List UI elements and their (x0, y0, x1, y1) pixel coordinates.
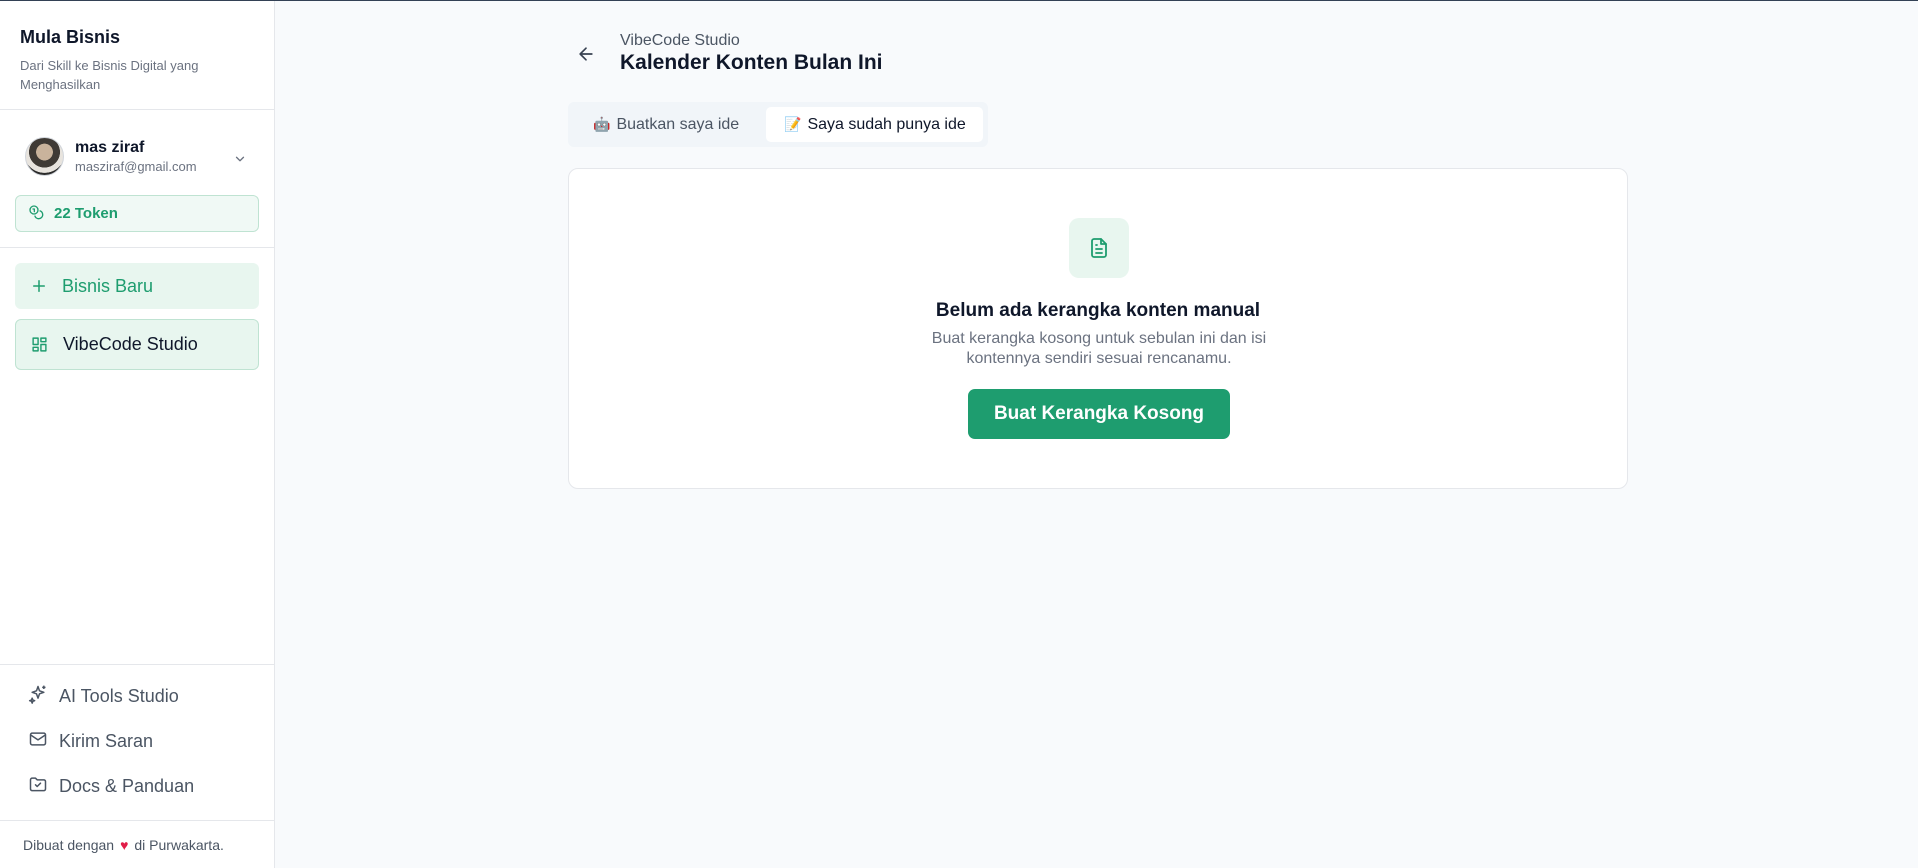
back-arrow-icon[interactable] (576, 44, 596, 69)
chevron-down-icon[interactable] (233, 152, 247, 171)
user-name: mas ziraf (75, 139, 145, 156)
footer: Dibuat dengan ♥ di Purwakarta. (23, 837, 224, 853)
divider (0, 247, 274, 248)
heart-icon: ♥ (120, 837, 129, 853)
folder-check-icon (28, 774, 48, 799)
page-title: Kalender Konten Bulan Ini (620, 51, 883, 74)
plus-icon (30, 277, 52, 295)
empty-state-description: Buat kerangka kosong untuk sebulan ini d… (931, 330, 1267, 367)
sparkles-icon (28, 684, 48, 709)
sidebar-item-kirim-saran[interactable]: Kirim Saran (28, 729, 153, 754)
sidebar-item-docs-panduan[interactable]: Docs & Panduan (28, 774, 194, 799)
tab-label: Saya sudah punya ide (807, 115, 966, 133)
footer-suffix: di Purwakarta. (134, 837, 224, 853)
kirim-saran-label: Kirim Saran (59, 731, 154, 751)
create-empty-framework-button[interactable]: Buat Kerangka Kosong (968, 389, 1230, 439)
tab-label: Buatkan saya ide (616, 115, 740, 133)
tab-saya-sudah-punya-ide[interactable]: 📝 Saya sudah punya ide (766, 107, 983, 142)
user-menu[interactable]: mas ziraf masziraf@gmail.com (0, 110, 274, 180)
dashboard-icon (31, 336, 53, 353)
tab-buatkan-saya-ide[interactable]: 🤖 Buatkan saya ide (573, 107, 766, 142)
breadcrumb: VibeCode Studio (620, 32, 740, 49)
empty-state-title: Belum ada kerangka konten manual (935, 300, 1261, 321)
memo-icon: 📝 (784, 116, 802, 132)
token-balance[interactable]: 22 Token (15, 195, 259, 232)
user-info: mas ziraf masziraf@gmail.com (75, 139, 197, 180)
coins-icon (28, 204, 44, 224)
mode-tabs: 🤖 Buatkan saya ide 📝 Saya sudah punya id… (568, 102, 988, 147)
robot-icon: 🤖 (593, 116, 611, 132)
new-business-label: Bisnis Baru (62, 275, 154, 296)
empty-state-card: Belum ada kerangka konten manual Buat ke… (568, 168, 1628, 489)
ai-tools-label: AI Tools Studio (59, 686, 179, 706)
divider (0, 820, 274, 821)
sidebar-item-vibecode-studio[interactable]: VibeCode Studio (15, 319, 259, 370)
user-email: masziraf@gmail.com (75, 159, 197, 174)
sidebar: Mula Bisnis Dari Skill ke Bisnis Digital… (0, 1, 275, 868)
brand-title: Mula Bisnis (20, 27, 121, 47)
brand-subtitle: Dari Skill ke Bisnis Digital yang Mengha… (20, 58, 199, 92)
brand: Mula Bisnis Dari Skill ke Bisnis Digital… (0, 1, 274, 110)
divider (0, 664, 274, 665)
vibecode-label: VibeCode Studio (63, 334, 198, 354)
new-business-button[interactable]: Bisnis Baru (15, 263, 259, 309)
docs-label: Docs & Panduan (59, 776, 195, 796)
document-icon (1069, 218, 1129, 278)
footer-prefix: Dibuat dengan (23, 837, 115, 853)
sidebar-item-ai-tools-studio[interactable]: AI Tools Studio (28, 684, 179, 709)
avatar (25, 137, 64, 176)
token-label: 22 Token (54, 205, 118, 222)
mail-icon (28, 729, 48, 754)
